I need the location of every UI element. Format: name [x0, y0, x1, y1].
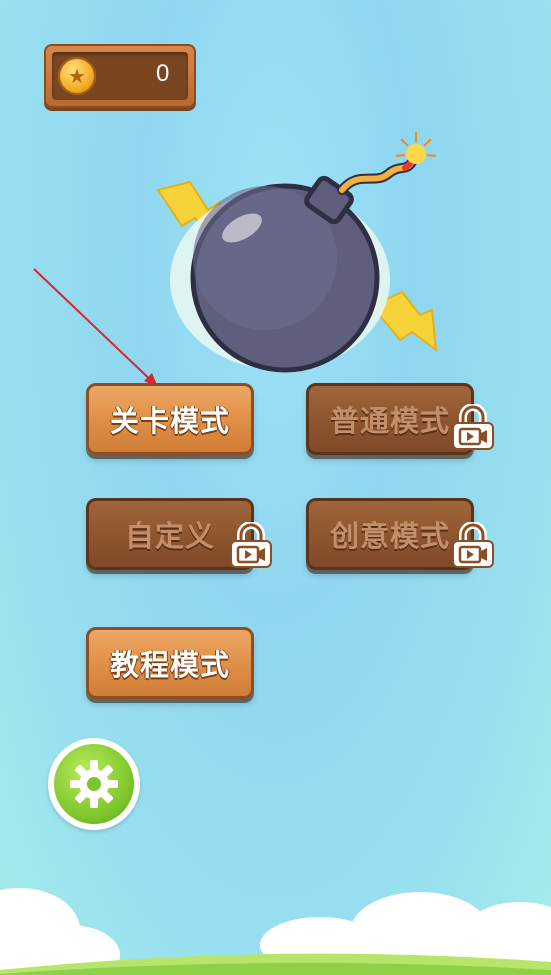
lock-video-icon: [230, 522, 272, 568]
settings-button[interactable]: [48, 738, 140, 830]
coin-count: 0: [156, 60, 170, 87]
settings-button-inner: [54, 744, 134, 824]
normal-mode-label: 普通模式: [329, 404, 450, 438]
lock-video-icon: [452, 404, 494, 450]
level-mode-button[interactable]: 关卡模式: [86, 383, 254, 455]
gear-icon: [70, 760, 118, 808]
creative-mode-label: 创意模式: [329, 519, 450, 553]
custom-mode-label: 自定义: [124, 519, 215, 553]
creative-mode-button[interactable]: 创意模式: [306, 498, 474, 570]
level-mode-label: 关卡模式: [109, 404, 230, 438]
ground-clouds: [0, 888, 551, 975]
normal-mode-button[interactable]: 普通模式: [306, 383, 474, 455]
lock-video-icon: [452, 522, 494, 568]
bomb-icon: [156, 132, 438, 373]
tutorial-mode-label: 教程模式: [109, 648, 230, 682]
coin-icon: ★: [58, 57, 96, 95]
tutorial-mode-button[interactable]: 教程模式: [86, 627, 254, 699]
coin-counter: ★ 0: [44, 44, 196, 108]
